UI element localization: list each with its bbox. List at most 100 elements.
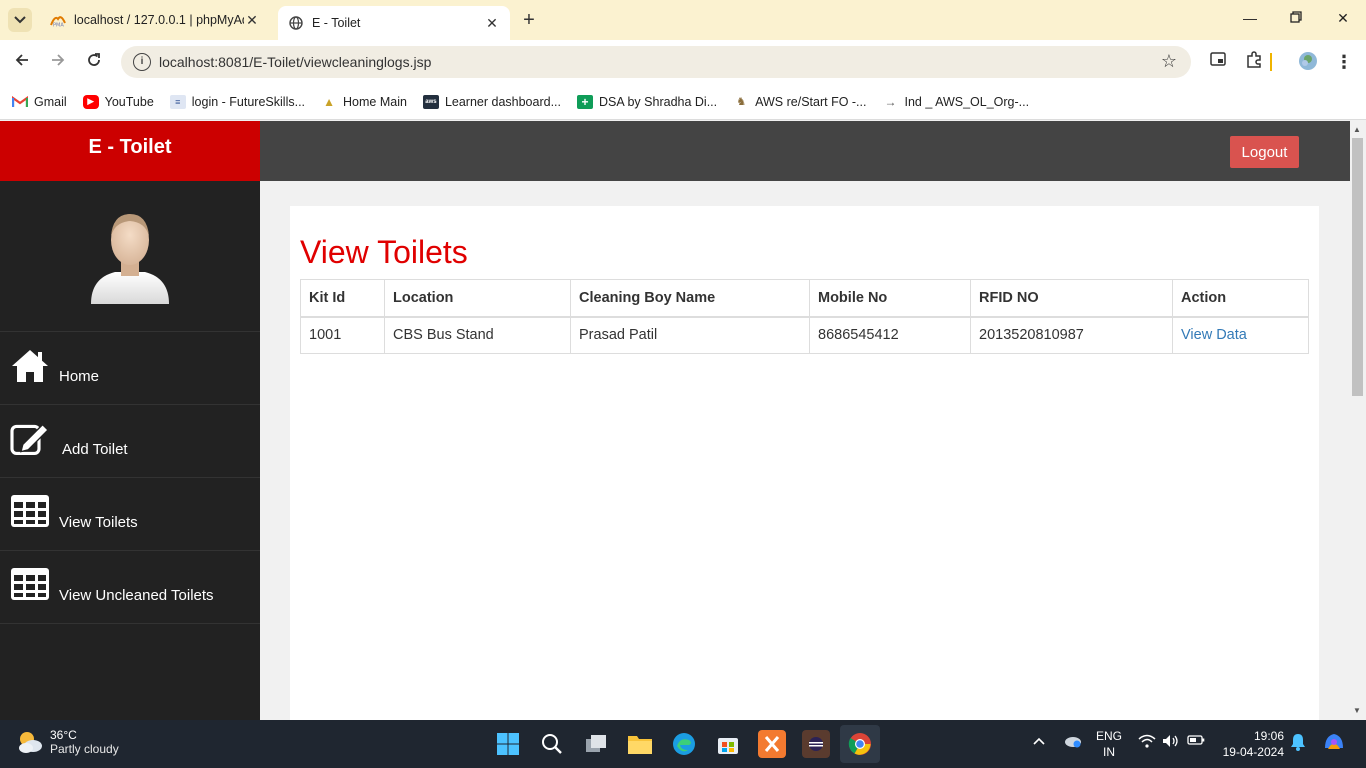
show-hidden-icons-chevron[interactable]	[1032, 734, 1046, 749]
battery-icon[interactable]	[1187, 734, 1205, 749]
svg-text:PMA: PMA	[53, 23, 64, 28]
bookmark-aws-restart[interactable]: ♞ AWS re/Start FO -...	[733, 95, 866, 109]
bookmark-dsa[interactable]: + DSA by Shradha Di...	[577, 94, 718, 109]
cell-cleaning-boy: Prasad Patil	[570, 316, 810, 354]
cell-mobile: 8686545412	[809, 316, 971, 354]
bookmark-label: DSA by Shradha Di...	[599, 94, 718, 109]
cell-kit-id: 1001	[300, 316, 385, 354]
chevron-down-icon	[14, 16, 26, 24]
close-tab-icon[interactable]: ✕	[484, 15, 500, 31]
search-icon[interactable]	[538, 730, 566, 758]
home-icon	[12, 350, 48, 382]
globe-icon	[288, 15, 304, 31]
sidebar-item-label: Home	[59, 368, 100, 385]
youtube-icon: ▶	[82, 94, 99, 109]
site-info-icon[interactable]: i	[133, 53, 151, 71]
edge-icon[interactable]	[670, 730, 698, 758]
address-bar[interactable]: i localhost:8081/E-Toilet/viewcleaninglo…	[121, 46, 1191, 78]
restore-icon[interactable]	[1286, 10, 1306, 30]
forward-arrow-icon[interactable]	[47, 51, 69, 73]
task-view-icon[interactable]	[582, 730, 610, 758]
phpmyadmin-icon: PMA	[50, 12, 66, 28]
language-indicator[interactable]: ENG IN	[1096, 728, 1122, 760]
close-window-icon[interactable]: ✕	[1333, 10, 1353, 30]
xampp-icon[interactable]	[758, 730, 786, 758]
scroll-down-icon[interactable]: ▼	[1353, 706, 1361, 715]
store-icon[interactable]	[714, 730, 742, 758]
column-header: Cleaning Boy Name	[570, 279, 810, 318]
table-icon	[11, 495, 49, 527]
volume-icon[interactable]	[1162, 734, 1180, 751]
view-data-link[interactable]: View Data	[1181, 327, 1247, 343]
new-tab-button[interactable]: +	[518, 10, 540, 32]
reload-icon[interactable]	[83, 51, 105, 73]
toilets-table: Kit Id Location Cleaning Boy Name Mobile…	[300, 279, 1309, 354]
bookmark-learner-dashboard[interactable]: aws Learner dashboard...	[422, 94, 561, 109]
bookmark-label: Learner dashboard...	[444, 94, 561, 109]
table-row: 1001 CBS Bus Stand Prasad Patil 86865454…	[300, 316, 1309, 354]
user-avatar-section	[0, 181, 260, 332]
table-icon	[11, 568, 49, 600]
web-page: E - Toilet Home Add Toilet View Toilets …	[0, 121, 1350, 720]
bookmark-futureskills[interactable]: ≡ login - FutureSkills...	[169, 94, 306, 109]
bookmark-home-main[interactable]: ▲ Home Main	[321, 95, 407, 109]
page-title: View Toilets	[300, 234, 468, 270]
column-header: Action	[1172, 279, 1309, 318]
sidebar-item-view-toilets[interactable]: View Toilets	[0, 478, 260, 551]
profile-avatar[interactable]	[1297, 51, 1319, 73]
tab-e-toilet[interactable]: E - Toilet ✕	[278, 6, 510, 40]
home-main-icon: ▲	[323, 94, 335, 109]
cell-action: View Data	[1172, 316, 1309, 354]
menu-dots-icon[interactable]: ⋮	[1333, 51, 1355, 73]
system-clock[interactable]: 19:06 19-04-2024	[1223, 728, 1284, 760]
lang-secondary: IN	[1103, 745, 1115, 759]
extensions-icon[interactable]	[1243, 51, 1265, 73]
sidebar-item-add-toilet[interactable]: Add Toilet	[0, 405, 260, 478]
notification-bell-icon[interactable]	[1290, 733, 1306, 754]
scroll-up-icon[interactable]: ▲	[1353, 125, 1361, 134]
sidebar-item-view-uncleaned-toilets[interactable]: View Uncleaned Toilets	[0, 551, 260, 624]
chrome-icon[interactable]	[840, 725, 880, 763]
clock-time: 19:06	[1253, 729, 1284, 743]
copilot-icon[interactable]	[1322, 730, 1346, 757]
close-tab-icon[interactable]: ✕	[244, 12, 260, 28]
brand-title[interactable]: E - Toilet	[0, 121, 260, 181]
weather-desc: Partly cloudy	[50, 742, 119, 756]
eclipse-ide-icon[interactable]	[802, 730, 830, 758]
tab-phpmyadmin[interactable]: PMA localhost / 127.0.0.1 | phpMyAdmin ✕	[40, 4, 270, 36]
file-explorer-icon[interactable]	[626, 730, 654, 758]
wifi-icon[interactable]	[1138, 734, 1156, 751]
sidebar-item-label: View Uncleaned Toilets	[59, 587, 214, 604]
bookmark-label: Home Main	[343, 94, 407, 109]
windows-start-icon[interactable]	[494, 730, 522, 758]
url-text: localhost:8081/E-Toilet/viewcleaninglogs…	[159, 54, 432, 70]
bookmark-star-icon[interactable]: ☆	[1161, 51, 1177, 72]
futureskills-icon: ≡	[169, 94, 186, 109]
bookmark-youtube[interactable]: ▶ YouTube	[82, 94, 154, 109]
cast-icon[interactable]	[1207, 51, 1229, 73]
bookmark-ind-aws[interactable]: → Ind _ AWS_OL_Org-...	[882, 95, 1029, 109]
back-arrow-icon[interactable]	[11, 51, 33, 73]
onedrive-icon[interactable]	[1063, 734, 1083, 751]
logout-button[interactable]: Logout	[1230, 136, 1299, 168]
bookmark-label: AWS re/Start FO -...	[755, 94, 867, 109]
browser-toolbar: i localhost:8081/E-Toilet/viewcleaninglo…	[0, 40, 1366, 84]
page-scrollbar[interactable]: ▲ ▼	[1350, 121, 1366, 720]
column-header: RFID NO	[970, 279, 1173, 318]
scroll-thumb[interactable]	[1352, 138, 1363, 396]
tab-search-button[interactable]	[8, 8, 32, 32]
top-navbar: Logout	[260, 121, 1350, 181]
aws-icon: aws	[422, 94, 439, 109]
tab-title: E - Toilet	[312, 16, 361, 30]
bookmark-gmail[interactable]: Gmail	[12, 95, 67, 109]
main-content-panel: View Toilets Kit Id Location Cleaning Bo…	[290, 206, 1319, 720]
weather-widget[interactable]: 36°C Partly cloudy	[16, 728, 119, 756]
bookmark-label: login - FutureSkills...	[191, 94, 306, 109]
edit-icon	[10, 423, 49, 455]
minimize-icon[interactable]: —	[1240, 10, 1260, 30]
sheets-icon: +	[577, 94, 593, 109]
cell-rfid: 2013520810987	[970, 316, 1173, 354]
weather-temp: 36°C	[50, 728, 77, 742]
lang-primary: ENG	[1096, 729, 1123, 743]
sidebar-item-home[interactable]: Home	[0, 332, 260, 405]
